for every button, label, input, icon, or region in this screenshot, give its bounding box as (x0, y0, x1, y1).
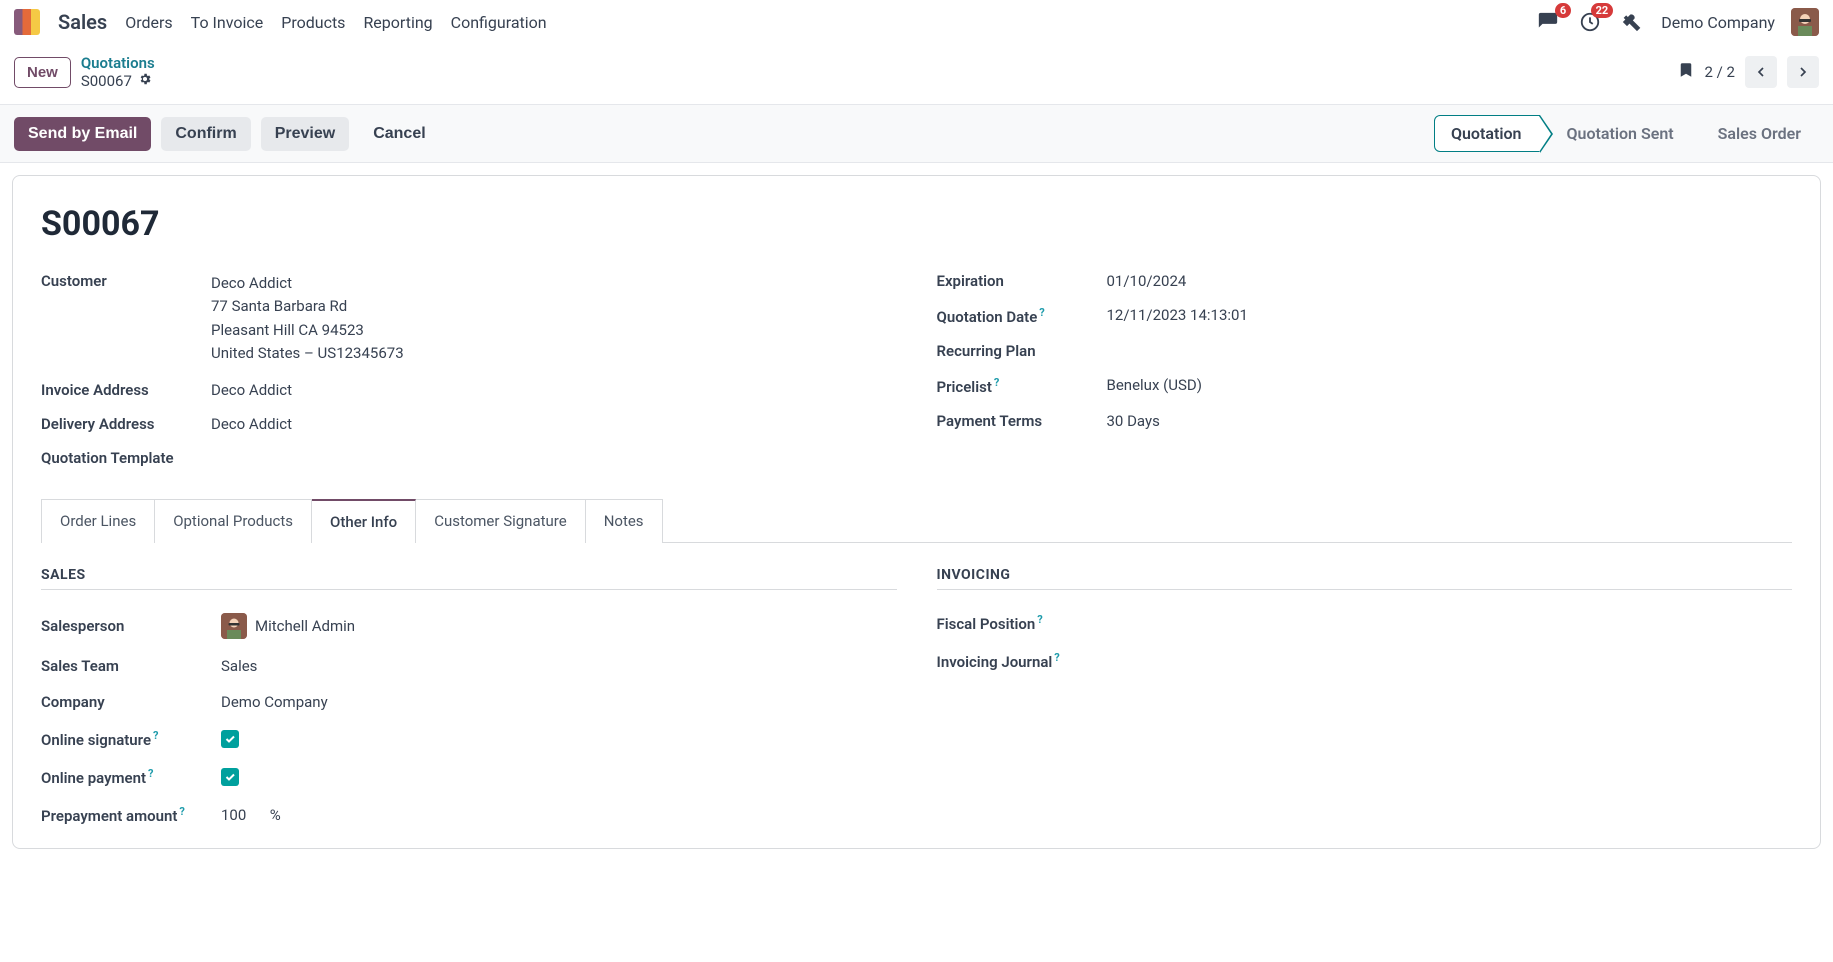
recurring-plan-label: Recurring Plan (937, 342, 1107, 360)
messages-icon[interactable]: 6 (1535, 9, 1561, 35)
invoicing-journal-label: Invoicing Journal? (937, 651, 1117, 671)
pager-text[interactable]: 2 / 2 (1705, 63, 1736, 81)
section-sales: SALES Salesperson Mitchell Admin Sales T… (41, 567, 897, 834)
salesperson-avatar (221, 613, 247, 639)
tab-notes[interactable]: Notes (586, 499, 663, 543)
online-signature-checkbox[interactable] (221, 730, 239, 748)
section-invoicing: INVOICING Fiscal Position? Invoicing Jou… (937, 567, 1793, 834)
tools-icon[interactable] (1619, 9, 1645, 35)
control-left: New Quotations S00067 (14, 54, 155, 90)
customer-label: Customer (41, 272, 211, 290)
pricelist-value[interactable]: Benelux (USD) (1107, 376, 1202, 394)
online-payment-checkbox[interactable] (221, 768, 239, 786)
nav-configuration[interactable]: Configuration (451, 13, 547, 32)
delivery-address-value[interactable]: Deco Addict (211, 415, 292, 433)
tab-optional-products[interactable]: Optional Products (155, 499, 312, 543)
status-quotation-sent[interactable]: Quotation Sent (1540, 116, 1691, 151)
fields-right: Expiration 01/10/2024 Quotation Date? 12… (937, 264, 1793, 475)
tab-order-lines[interactable]: Order Lines (41, 499, 155, 543)
new-button[interactable]: New (14, 57, 71, 88)
nav-orders[interactable]: Orders (125, 13, 172, 32)
pager-next-button[interactable] (1787, 56, 1819, 88)
help-icon[interactable]: ? (148, 767, 153, 780)
help-icon[interactable]: ? (179, 805, 184, 818)
salesperson-value[interactable]: Mitchell Admin (221, 613, 355, 639)
user-avatar[interactable] (1791, 8, 1819, 36)
tab-other-info[interactable]: Other Info (312, 499, 416, 543)
customer-value[interactable]: Deco Addict 77 Santa Barbara Rd Pleasant… (211, 272, 404, 365)
fields-left: Customer Deco Addict 77 Santa Barbara Rd… (41, 264, 897, 475)
sales-team-value[interactable]: Sales (221, 657, 257, 675)
topnav-right: 6 22 Demo Company (1535, 8, 1819, 36)
pricelist-label: Pricelist? (937, 376, 1107, 396)
quotation-template-label: Quotation Template (41, 449, 211, 467)
help-icon[interactable]: ? (994, 376, 999, 389)
tab-content-other-info: SALES Salesperson Mitchell Admin Sales T… (41, 543, 1792, 840)
section-title-invoicing: INVOICING (937, 567, 1793, 590)
prepayment-amount-value[interactable]: 100 % (221, 806, 281, 824)
help-icon[interactable]: ? (1039, 306, 1044, 319)
nav-reporting[interactable]: Reporting (363, 13, 432, 32)
topnav-left: Sales Orders To Invoice Products Reporti… (14, 9, 547, 35)
section-title-sales: SALES (41, 567, 897, 590)
expiration-value[interactable]: 01/10/2024 (1107, 272, 1187, 290)
breadcrumb-current: S00067 (81, 72, 132, 90)
record-title: S00067 (41, 204, 1792, 244)
invoice-address-value[interactable]: Deco Addict (211, 381, 292, 399)
help-icon[interactable]: ? (1037, 613, 1042, 626)
nav-to-invoice[interactable]: To Invoice (191, 13, 264, 32)
app-title[interactable]: Sales (58, 10, 107, 34)
cancel-button[interactable]: Cancel (359, 117, 439, 151)
company-name[interactable]: Demo Company (1661, 13, 1775, 32)
help-icon[interactable]: ? (153, 729, 158, 742)
status-quotation[interactable]: Quotation (1434, 115, 1541, 152)
prepayment-amount-label: Prepayment amount? (41, 805, 221, 825)
online-payment-label: Online payment? (41, 767, 221, 787)
gear-icon[interactable] (138, 72, 152, 90)
help-icon[interactable]: ? (1054, 651, 1059, 664)
activities-icon[interactable]: 22 (1577, 9, 1603, 35)
control-right: 2 / 2 (1677, 56, 1820, 88)
pager-prev-button[interactable] (1745, 56, 1777, 88)
quotation-date-value[interactable]: 12/11/2023 14:13:01 (1107, 306, 1248, 324)
delivery-address-label: Delivery Address (41, 415, 211, 433)
nav-products[interactable]: Products (281, 13, 345, 32)
bookmark-icon[interactable] (1677, 61, 1695, 83)
payment-terms-label: Payment Terms (937, 412, 1107, 430)
form-sheet: S00067 Customer Deco Addict 77 Santa Bar… (12, 175, 1821, 849)
sales-team-label: Sales Team (41, 657, 221, 675)
topnav: Sales Orders To Invoice Products Reporti… (0, 0, 1833, 44)
tabs: Order Lines Optional Products Other Info… (41, 499, 1792, 543)
actions-left: Send by Email Confirm Preview Cancel (14, 117, 440, 151)
breadcrumb: Quotations S00067 (81, 54, 155, 90)
send-by-email-button[interactable]: Send by Email (14, 117, 151, 151)
control-panel: New Quotations S00067 2 / 2 (0, 44, 1833, 104)
expiration-label: Expiration (937, 272, 1107, 290)
app-logo-icon[interactable] (14, 9, 40, 35)
payment-terms-value[interactable]: 30 Days (1107, 412, 1160, 430)
quotation-date-label: Quotation Date? (937, 306, 1107, 326)
tab-customer-signature[interactable]: Customer Signature (416, 499, 586, 543)
statusbar: Quotation Quotation Sent Sales Order (1434, 115, 1819, 152)
status-sales-order[interactable]: Sales Order (1692, 116, 1819, 151)
fiscal-position-label: Fiscal Position? (937, 613, 1117, 633)
company-label: Company (41, 693, 221, 711)
salesperson-label: Salesperson (41, 617, 221, 635)
invoice-address-label: Invoice Address (41, 381, 211, 399)
preview-button[interactable]: Preview (261, 117, 349, 151)
actionbar: Send by Email Confirm Preview Cancel Quo… (0, 104, 1833, 163)
confirm-button[interactable]: Confirm (161, 117, 250, 151)
breadcrumb-parent[interactable]: Quotations (81, 54, 155, 72)
messages-badge: 6 (1555, 3, 1571, 18)
online-signature-label: Online signature? (41, 729, 221, 749)
activities-badge: 22 (1591, 3, 1614, 18)
company-value[interactable]: Demo Company (221, 693, 328, 711)
